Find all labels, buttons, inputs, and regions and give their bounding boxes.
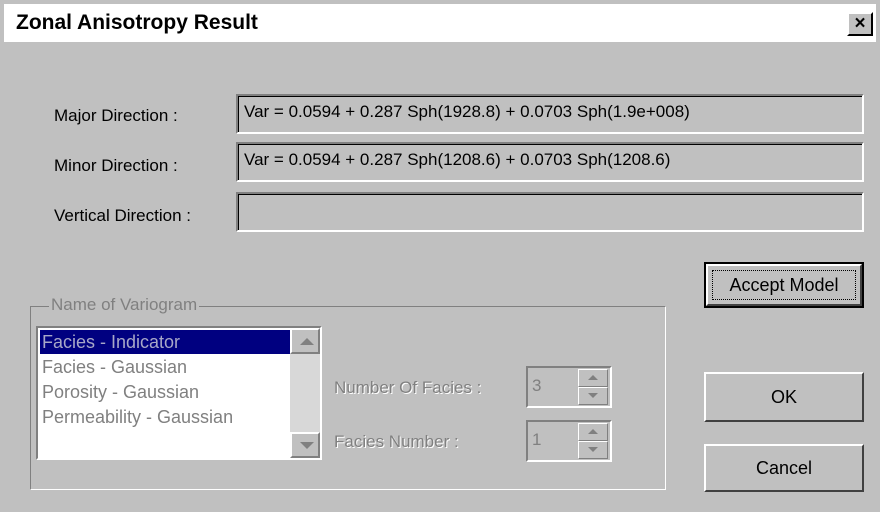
minor-direction-label: Minor Direction : [54, 156, 178, 175]
spin-down-icon [588, 447, 598, 452]
title-bar: Zonal Anisotropy Result × [4, 4, 876, 42]
accept-model-button[interactable]: Accept Model [704, 262, 864, 308]
close-button[interactable]: × [847, 12, 873, 36]
dialog-window: Zonal Anisotropy Result × Major Directio… [0, 0, 880, 512]
number-of-facies-label: Number Of Facies : [334, 378, 482, 397]
number-of-facies-up-button[interactable] [578, 369, 608, 387]
spin-up-icon [588, 429, 598, 434]
close-icon: × [854, 13, 866, 34]
cancel-label: Cancel [755, 458, 813, 478]
spin-down-icon [588, 393, 598, 398]
spin-up-icon [588, 375, 598, 380]
variogram-listbox[interactable]: Facies - Indicator Facies - Gaussian Por… [36, 326, 322, 460]
number-of-facies-spinner[interactable]: 3 [526, 366, 612, 408]
scroll-up-button[interactable] [290, 328, 320, 354]
major-direction-field[interactable]: Var = 0.0594 + 0.287 Sph(1928.8) + 0.070… [236, 94, 864, 134]
ok-button[interactable]: OK [704, 372, 864, 422]
facies-number-down-button[interactable] [578, 441, 608, 459]
scroll-up-icon [300, 338, 314, 345]
facies-number-label: Facies Number : [334, 432, 459, 451]
cancel-button[interactable]: Cancel [704, 444, 864, 492]
vertical-direction-field[interactable] [236, 192, 864, 232]
list-item[interactable]: Facies - Indicator [40, 330, 290, 354]
minor-direction-value: Var = 0.0594 + 0.287 Sph(1208.6) + 0.070… [244, 150, 671, 169]
facies-number-spinner[interactable]: 1 [526, 420, 612, 462]
number-of-facies-down-button[interactable] [578, 387, 608, 405]
ok-label: OK [770, 387, 797, 407]
window-title: Zonal Anisotropy Result [16, 11, 258, 34]
list-scrollbar[interactable] [290, 328, 320, 458]
scroll-down-button[interactable] [290, 432, 320, 458]
major-direction-value: Var = 0.0594 + 0.287 Sph(1928.8) + 0.070… [244, 102, 690, 121]
major-direction-label: Major Direction : [54, 106, 178, 125]
minor-direction-field[interactable]: Var = 0.0594 + 0.287 Sph(1208.6) + 0.070… [236, 142, 864, 182]
scroll-down-icon [300, 442, 314, 449]
list-item[interactable]: Permeability - Gaussian [40, 405, 290, 429]
facies-number-up-button[interactable] [578, 423, 608, 441]
accept-model-label: Accept Model [729, 274, 839, 295]
list-item[interactable]: Facies - Gaussian [40, 355, 290, 379]
list-item[interactable]: Porosity - Gaussian [40, 380, 290, 404]
vertical-direction-label: Vertical Direction : [54, 206, 191, 225]
variogram-group-title: Name of Variogram [49, 295, 200, 315]
number-of-facies-value: 3 [532, 376, 542, 395]
facies-number-value: 1 [532, 430, 542, 449]
